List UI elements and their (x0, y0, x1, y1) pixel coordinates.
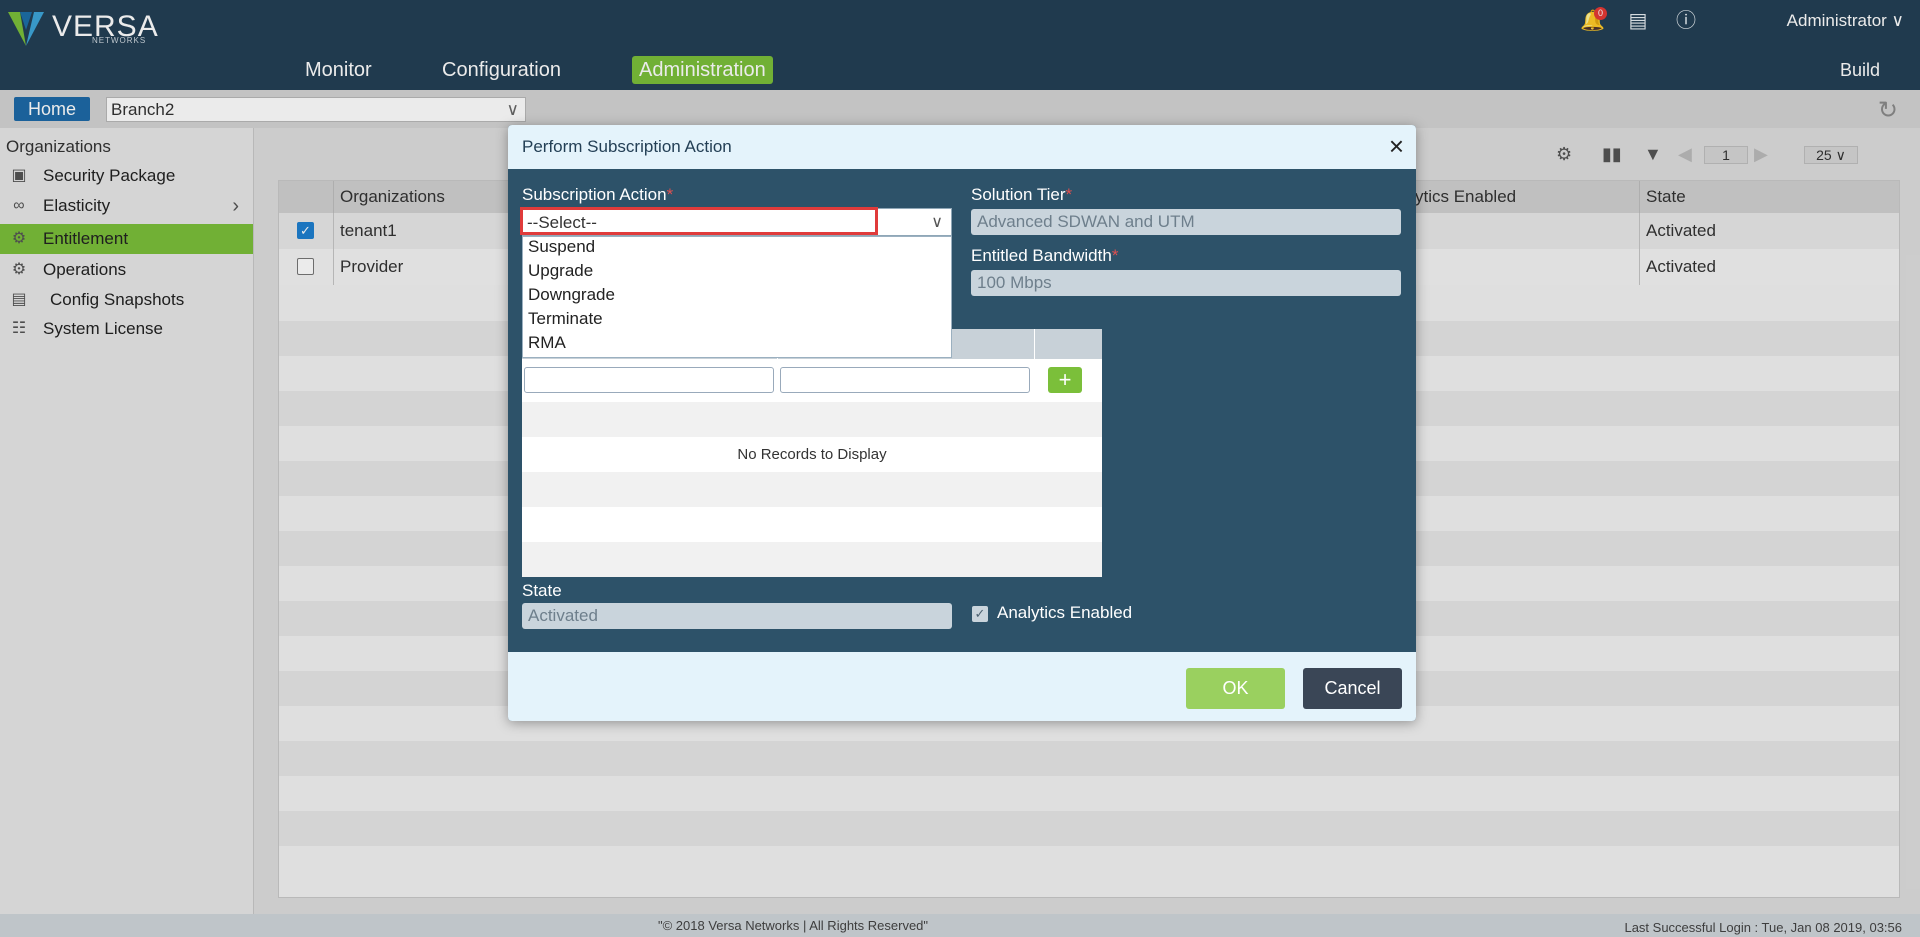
empty-message: No Records to Display (737, 446, 887, 463)
empty-row (522, 542, 1102, 577)
state-field: Activated (522, 603, 952, 629)
required-marker: * (1065, 185, 1073, 204)
entitled-bandwidth-field: 100 Mbps (971, 270, 1401, 296)
column-divider (1034, 329, 1035, 359)
required-marker: * (666, 185, 674, 204)
entitled-bandwidth-label: Entitled Bandwidth* (971, 246, 1118, 266)
highlight-annotation (520, 207, 878, 235)
option-suspend[interactable]: Suspend (528, 237, 595, 257)
ok-button[interactable]: OK (1186, 668, 1285, 709)
subscription-action-label: Subscription Action* (522, 185, 673, 205)
subscription-action-dialog: Perform Subscription Action × Subscripti… (508, 125, 1416, 721)
option-name-input[interactable] (524, 367, 774, 393)
chevron-down-icon: ∨ (931, 214, 943, 231)
required-marker: * (1111, 246, 1119, 265)
state-label: State (522, 581, 562, 600)
option-terminate[interactable]: Terminate (528, 309, 603, 329)
dialog-footer: OK Cancel (508, 652, 1416, 721)
add-row-button[interactable]: + (1048, 367, 1082, 393)
subscription-action-dropdown: Suspend Upgrade Downgrade Terminate RMA (522, 236, 952, 358)
cancel-button[interactable]: Cancel (1303, 668, 1402, 709)
analytics-enabled-label: Analytics Enabled (997, 603, 1133, 622)
option-upgrade[interactable]: Upgrade (528, 261, 593, 281)
option-downgrade[interactable]: Downgrade (528, 285, 615, 305)
solution-tier-label-text: Solution Tier (971, 185, 1066, 204)
solution-tier-label: Solution Tier* (971, 185, 1072, 205)
dialog-header: Perform Subscription Action × (508, 125, 1416, 169)
entitled-bandwidth-label-text: Entitled Bandwidth (971, 246, 1112, 265)
solution-tier-field: Advanced SDWAN and UTM (971, 209, 1401, 235)
option-value-input[interactable] (780, 367, 1030, 393)
empty-row (522, 402, 1102, 437)
close-icon[interactable]: × (1389, 133, 1404, 159)
option-rma[interactable]: RMA (528, 333, 566, 353)
dialog-title: Perform Subscription Action (522, 137, 732, 156)
analytics-enabled-checkbox[interactable]: ✓ (972, 606, 988, 622)
subscription-action-label-text: Subscription Action (522, 185, 667, 204)
options-table: + No Records to Display (522, 329, 1102, 577)
empty-row (522, 472, 1102, 507)
